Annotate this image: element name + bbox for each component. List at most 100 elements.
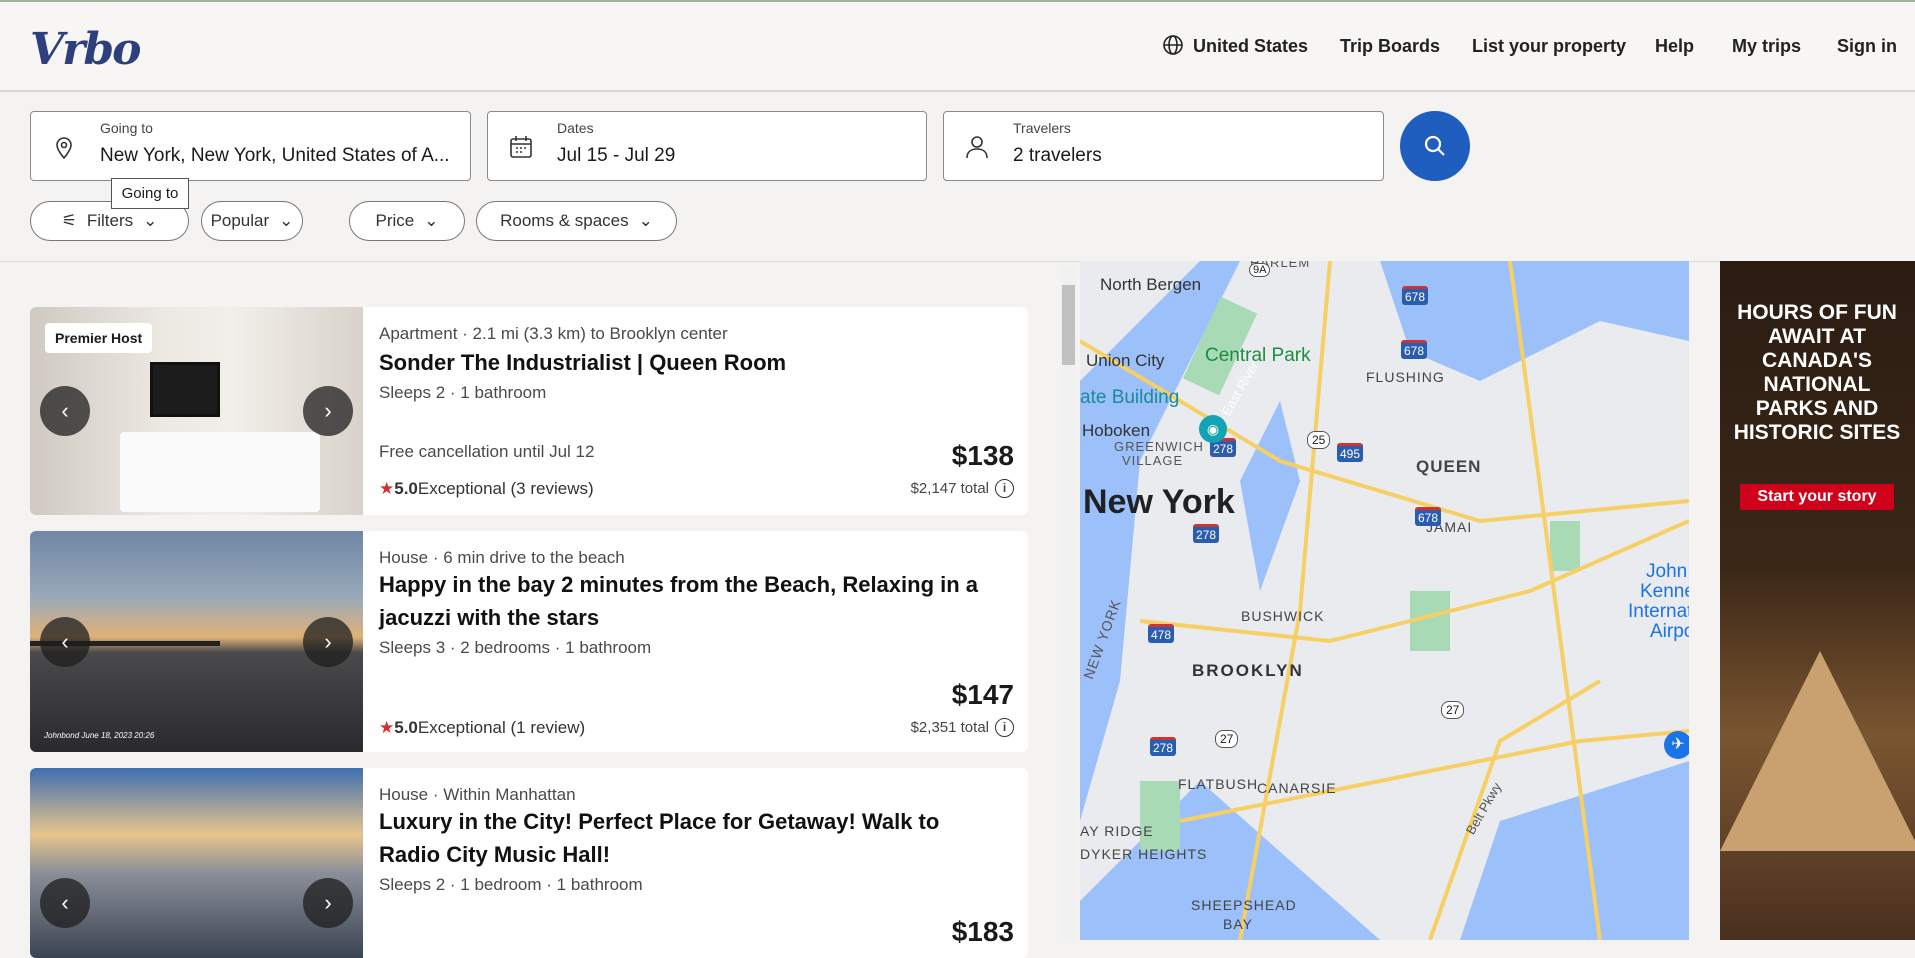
travelers-field[interactable]: Travelers 2 travelers bbox=[943, 111, 1384, 181]
calendar-icon bbox=[508, 134, 534, 160]
window-decor bbox=[150, 362, 220, 417]
popular-sort-button[interactable]: Popular ⌄ bbox=[201, 201, 303, 241]
listing-details: Sleeps 3 · 2 bedrooms · 1 bathroom bbox=[379, 638, 652, 657]
highway-shield: 278 bbox=[1193, 524, 1220, 543]
map-label: North Bergen bbox=[1100, 275, 1202, 294]
airport-pin-icon[interactable]: ✈ bbox=[1664, 731, 1689, 759]
destination-label: Going to bbox=[100, 120, 153, 136]
nightly-price: $138 bbox=[951, 440, 1014, 471]
map-label: SHEEPSHEAD bbox=[1191, 897, 1297, 913]
map-label: FLUSHING bbox=[1366, 369, 1445, 385]
nightly-price: $183 bbox=[951, 916, 1014, 947]
price-label: Price bbox=[375, 211, 415, 230]
rooms-spaces-button[interactable]: Rooms & spaces ⌄ bbox=[476, 201, 677, 241]
listing-photo[interactable]: ‹ › bbox=[30, 768, 363, 958]
vrbo-logo[interactable]: Vrbo bbox=[30, 24, 141, 75]
location-pin-icon bbox=[51, 134, 77, 160]
destination-field[interactable]: Going to New York, New York, United Stat… bbox=[30, 111, 471, 181]
person-icon bbox=[964, 134, 990, 160]
header: Vrbo United States Trip Boards List your… bbox=[0, 2, 1915, 92]
nav-united-states[interactable]: United States bbox=[1193, 36, 1308, 57]
next-photo-button[interactable]: › bbox=[303, 386, 353, 436]
search-button[interactable] bbox=[1400, 111, 1470, 181]
premier-host-badge: Premier Host bbox=[45, 323, 153, 353]
dates-field[interactable]: Dates Jul 15 - Jul 29 bbox=[487, 111, 927, 181]
filters-label: Filters bbox=[86, 211, 134, 230]
previous-photo-button[interactable]: ‹ bbox=[40, 616, 90, 667]
travelers-label: Travelers bbox=[1013, 120, 1071, 136]
total-price: $2,351 total i bbox=[911, 718, 1014, 737]
listing-card[interactable]: Johnbond June 18, 2023 20:26 ‹ › House ·… bbox=[30, 531, 1028, 752]
route-shield: 27 bbox=[1215, 730, 1239, 748]
route-shield: 25 bbox=[1307, 431, 1331, 449]
listing-photo[interactable]: Johnbond June 18, 2023 20:26 ‹ › bbox=[30, 531, 363, 752]
previous-photo-button[interactable]: ‹ bbox=[40, 386, 90, 436]
listing-details: Sleeps 2 · 1 bedroom · 1 bathroom bbox=[379, 875, 643, 894]
results-map[interactable]: North Bergen Union City Central Park Hob… bbox=[1080, 261, 1689, 940]
listing-photo[interactable]: Premier Host ‹ › bbox=[30, 307, 363, 515]
map-label: AY RIDGE bbox=[1080, 823, 1154, 839]
star-icon: ★ bbox=[379, 718, 395, 737]
rating-text: Exceptional (1 review) bbox=[417, 718, 586, 737]
map-label: BUSHWICK bbox=[1241, 608, 1325, 624]
listing-rating: ★5.0Exceptional (1 review) bbox=[379, 718, 585, 738]
nav-list-your-property[interactable]: List your property bbox=[1472, 36, 1626, 57]
previous-photo-button[interactable]: ‹ bbox=[40, 878, 90, 928]
camera-pin-icon[interactable]: ◉ bbox=[1199, 415, 1227, 443]
listing-card[interactable]: ‹ › House · Within Manhattan Luxury in t… bbox=[30, 768, 1028, 958]
info-icon[interactable]: i bbox=[995, 718, 1014, 737]
next-photo-button[interactable]: › bbox=[303, 878, 353, 928]
bed-decor bbox=[120, 432, 320, 512]
map-label: John bbox=[1646, 561, 1688, 582]
nav-help[interactable]: Help bbox=[1655, 36, 1694, 57]
info-icon[interactable]: i bbox=[995, 479, 1014, 498]
nav-trip-boards[interactable]: Trip Boards bbox=[1340, 36, 1440, 57]
star-icon: ★ bbox=[379, 479, 395, 498]
price-filter-button[interactable]: Price ⌄ bbox=[349, 201, 465, 241]
globe-icon bbox=[1162, 34, 1184, 56]
tent-decor bbox=[1720, 651, 1915, 851]
ad-cta-button[interactable]: Start your story bbox=[1740, 484, 1894, 510]
listing-title[interactable]: Happy in the bay 2 minutes from the Beac… bbox=[379, 568, 999, 634]
results-scrollbar[interactable] bbox=[1061, 266, 1076, 940]
scrollbar-thumb[interactable] bbox=[1062, 285, 1075, 365]
map-label: ate Building bbox=[1080, 387, 1180, 408]
listing-title[interactable]: Sonder The Industrialist | Queen Room bbox=[379, 346, 999, 379]
listing-details: Sleeps 2 · 1 bathroom bbox=[379, 383, 547, 402]
map-label: GREENWICH bbox=[1114, 439, 1204, 454]
rooms-spaces-label: Rooms & spaces bbox=[500, 211, 629, 230]
rating-text: Exceptional (3 reviews) bbox=[417, 479, 594, 498]
listing-meta: Apartment · 2.1 mi (3.3 km) to Brooklyn … bbox=[379, 324, 728, 343]
rating-score: 5.0 bbox=[394, 718, 418, 737]
nav-sign-in[interactable]: Sign in bbox=[1837, 36, 1897, 57]
chevron-down-icon: ⌄ bbox=[424, 211, 439, 230]
highway-shield: 678 bbox=[1402, 286, 1429, 305]
map-label: Hoboken bbox=[1082, 421, 1151, 440]
map-label: VILLAGE bbox=[1122, 453, 1184, 468]
listing-title[interactable]: Luxury in the City! Perfect Place for Ge… bbox=[379, 805, 999, 871]
dates-value: Jul 15 - Jul 29 bbox=[557, 145, 676, 166]
search-icon bbox=[1424, 135, 1445, 156]
highway-shield: 278 bbox=[1150, 737, 1177, 756]
listing-meta: House · 6 min drive to the beach bbox=[379, 548, 625, 567]
map-label: FLATBUSH bbox=[1178, 776, 1259, 792]
chevron-down-icon: ⌄ bbox=[279, 211, 294, 230]
map-label: BROOKLYN bbox=[1192, 661, 1304, 680]
free-cancellation: Free cancellation until Jul 12 bbox=[379, 442, 595, 461]
highway-shield: 478 bbox=[1148, 624, 1175, 643]
total-price: $2,147 total i bbox=[911, 479, 1014, 498]
map-label: Kenne bbox=[1640, 581, 1689, 602]
photo-caption: Johnbond June 18, 2023 20:26 bbox=[44, 731, 155, 740]
nav-my-trips[interactable]: My trips bbox=[1732, 36, 1801, 57]
map-label: Union City bbox=[1086, 351, 1165, 370]
route-shield: 9A bbox=[1249, 263, 1271, 277]
advertisement-banner[interactable]: HOURS OF FUN AWAIT AT CANADA'S NATIONAL … bbox=[1720, 261, 1915, 940]
popular-label: Popular bbox=[210, 211, 270, 230]
highway-shield: 678 bbox=[1401, 340, 1428, 359]
next-photo-button[interactable]: › bbox=[303, 616, 353, 667]
total-price-text: $2,351 total bbox=[910, 719, 989, 736]
chevron-down-icon: ⌄ bbox=[638, 211, 653, 230]
listing-card[interactable]: Premier Host ‹ › Apartment · 2.1 mi (3.3… bbox=[30, 307, 1028, 515]
map-label: QUEEN bbox=[1416, 457, 1482, 476]
sliders-icon: ⚟ bbox=[61, 211, 77, 230]
